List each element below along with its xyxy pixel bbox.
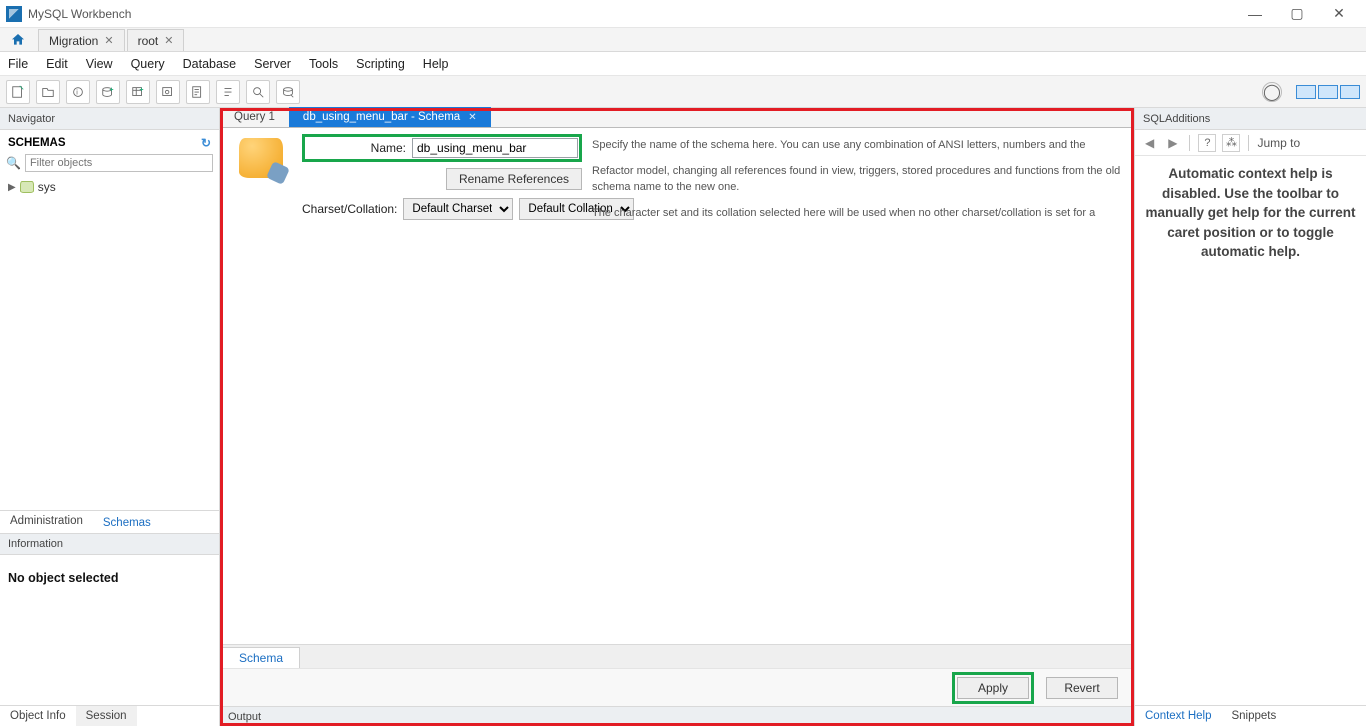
app-tab-label: root xyxy=(138,34,159,48)
app-tab-root[interactable]: root ✕ xyxy=(127,29,185,51)
editor-tab-label: db_using_menu_bar - Schema xyxy=(303,111,460,123)
help-icon[interactable]: ? xyxy=(1198,134,1216,152)
app-tab-label: Migration xyxy=(49,34,98,48)
toolbar-search-icon[interactable] xyxy=(246,80,270,104)
sql-additions-header: SQLAdditions xyxy=(1135,108,1366,130)
schemas-label: SCHEMAS ↻ xyxy=(0,130,219,152)
toolbar-open-sql-icon[interactable] xyxy=(36,80,60,104)
toolbar-new-view-icon[interactable] xyxy=(156,80,180,104)
schema-tree[interactable]: ▶ sys xyxy=(0,176,219,510)
refresh-icon[interactable]: ↻ xyxy=(201,136,211,150)
editor-tab-query1[interactable]: Query 1 xyxy=(220,107,289,127)
menu-scripting[interactable]: Scripting xyxy=(354,55,407,73)
tab-session[interactable]: Session xyxy=(76,706,137,726)
apply-highlight: Apply xyxy=(952,672,1034,704)
window-minimize-button[interactable]: — xyxy=(1234,0,1276,28)
database-icon xyxy=(20,181,34,193)
app-title: MySQL Workbench xyxy=(28,7,131,21)
tab-administration[interactable]: Administration xyxy=(0,511,93,533)
close-icon[interactable]: ✕ xyxy=(164,34,173,47)
editor-tab-label: Query 1 xyxy=(234,111,275,123)
editor-tab-schema[interactable]: db_using_menu_bar - Schema ✕ xyxy=(289,107,491,127)
toolbar: i ◯ xyxy=(0,76,1366,108)
toolbar-new-function-icon[interactable] xyxy=(216,80,240,104)
jump-to-label: Jump to xyxy=(1257,136,1300,150)
app-tab-migration[interactable]: Migration ✕ xyxy=(38,29,125,51)
schemas-text: SCHEMAS xyxy=(8,137,66,149)
home-icon[interactable] xyxy=(4,29,32,51)
toggle-right-panel-icon[interactable] xyxy=(1340,85,1360,99)
menu-file[interactable]: File xyxy=(6,55,30,73)
search-icon: 🔍 xyxy=(6,156,21,170)
forward-icon[interactable]: ▶ xyxy=(1164,136,1181,150)
svg-text:i: i xyxy=(76,89,78,96)
menu-database[interactable]: Database xyxy=(181,55,239,73)
help-name-text: Specify the name of the schema here. You… xyxy=(592,138,1124,154)
auto-help-icon[interactable]: ⁂ xyxy=(1222,134,1240,152)
apply-button[interactable]: Apply xyxy=(957,677,1029,699)
menu-view[interactable]: View xyxy=(84,55,115,73)
rename-references-button[interactable]: Rename References xyxy=(446,168,582,190)
tab-schemas[interactable]: Schemas xyxy=(93,511,161,533)
close-icon[interactable]: ✕ xyxy=(104,34,113,47)
apply-bar: Apply Revert xyxy=(220,668,1134,706)
menu-tools[interactable]: Tools xyxy=(307,55,340,73)
settings-icon[interactable]: ◯ xyxy=(1262,82,1282,102)
help-refactor-text: Refactor model, changing all references … xyxy=(592,164,1124,196)
name-label: Name: xyxy=(306,141,406,155)
navigator-header: Navigator xyxy=(0,108,219,130)
filter-objects-input[interactable] xyxy=(25,154,213,172)
window-close-button[interactable]: ✕ xyxy=(1318,0,1360,28)
toolbar-reconnect-icon[interactable] xyxy=(276,80,300,104)
titlebar: MySQL Workbench — ▢ ✕ xyxy=(0,0,1366,28)
toolbar-new-procedure-icon[interactable] xyxy=(186,80,210,104)
help-charset-text: The character set and its collation sele… xyxy=(592,206,1124,222)
toolbar-new-schema-icon[interactable] xyxy=(96,80,120,104)
subtab-schema[interactable]: Schema xyxy=(222,647,300,668)
toolbar-new-sql-icon[interactable] xyxy=(6,80,30,104)
charset-select[interactable]: Default Charset xyxy=(403,198,513,220)
revert-button[interactable]: Revert xyxy=(1046,677,1118,699)
tab-snippets[interactable]: Snippets xyxy=(1221,706,1286,726)
toggle-left-panel-icon[interactable] xyxy=(1296,85,1316,99)
navigator-panel: Navigator SCHEMAS ↻ 🔍 ▶ sys Administrati… xyxy=(0,108,220,726)
name-highlight: Name: xyxy=(302,134,582,162)
sql-additions-panel: SQLAdditions ◀ ▶ ? ⁂ Jump to Automatic c… xyxy=(1134,108,1366,726)
menu-help[interactable]: Help xyxy=(421,55,451,73)
menu-server[interactable]: Server xyxy=(252,55,293,73)
tree-item-sys[interactable]: ▶ sys xyxy=(8,180,211,194)
back-icon[interactable]: ◀ xyxy=(1141,136,1158,150)
expand-icon[interactable]: ▶ xyxy=(8,182,16,193)
app-icon xyxy=(6,6,22,22)
info-bottom-tabs: Object Info Session xyxy=(0,705,219,726)
toolbar-new-table-icon[interactable] xyxy=(126,80,150,104)
panel-toggles xyxy=(1294,85,1360,99)
window-maximize-button[interactable]: ▢ xyxy=(1276,0,1318,28)
menu-bar: File Edit View Query Database Server Too… xyxy=(0,52,1366,76)
tab-object-info[interactable]: Object Info xyxy=(0,706,76,726)
tab-context-help[interactable]: Context Help xyxy=(1135,706,1221,726)
menu-edit[interactable]: Edit xyxy=(44,55,70,73)
close-icon[interactable]: ✕ xyxy=(468,112,476,123)
toolbar-inspector-icon[interactable]: i xyxy=(66,80,90,104)
form-help-text: Specify the name of the schema here. You… xyxy=(592,136,1124,232)
schema-icon xyxy=(230,136,292,232)
editor-tabs: Query 1 db_using_menu_bar - Schema ✕ xyxy=(220,108,1134,128)
additions-bottom-tabs: Context Help Snippets xyxy=(1135,705,1366,726)
information-body: No object selected xyxy=(0,555,219,705)
app-tabs: Migration ✕ root ✕ xyxy=(0,28,1366,52)
charset-label: Charset/Collation: xyxy=(302,202,397,216)
menu-query[interactable]: Query xyxy=(129,55,167,73)
editor-area: Query 1 db_using_menu_bar - Schema ✕ Nam… xyxy=(220,108,1134,726)
toggle-bottom-panel-icon[interactable] xyxy=(1318,85,1338,99)
context-help-text: Automatic context help is disabled. Use … xyxy=(1135,156,1366,270)
schema-subtabs: Schema xyxy=(220,644,1134,668)
information-header: Information xyxy=(0,533,219,555)
output-header: Output xyxy=(220,706,1134,726)
schema-name-input[interactable] xyxy=(412,138,578,158)
navigator-bottom-tabs: Administration Schemas xyxy=(0,510,219,533)
tree-item-label: sys xyxy=(38,180,56,194)
sql-additions-toolbar: ◀ ▶ ? ⁂ Jump to xyxy=(1135,130,1366,156)
